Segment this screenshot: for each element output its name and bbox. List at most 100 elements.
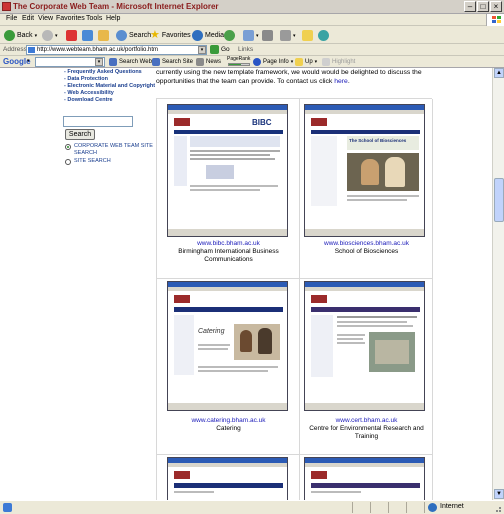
screenshot-biosciences[interactable]: The School of Biosciences xyxy=(304,104,425,237)
crest-icon xyxy=(174,118,190,126)
info-icon xyxy=(253,58,261,66)
sidebar-link-data-protection[interactable]: - Data Protection xyxy=(64,76,108,82)
window-title: The Corporate Web Team - Microsoft Inter… xyxy=(13,2,219,11)
screenshot-catering[interactable]: Catering xyxy=(167,281,288,411)
portfolio-card-catering: Catering www.catering.bham.ac.uk Caterin… xyxy=(157,279,300,455)
scroll-down-icon[interactable]: ▼ xyxy=(494,489,504,499)
messenger-button[interactable] xyxy=(318,29,329,42)
crest-icon xyxy=(311,295,327,303)
menu-view[interactable]: View xyxy=(38,15,53,22)
links-label[interactable]: Links xyxy=(238,46,253,53)
address-label: Address xyxy=(3,46,27,53)
back-button[interactable]: Back ▾ xyxy=(4,29,37,42)
vertical-scrollbar[interactable]: ▲ ▼ xyxy=(492,68,504,500)
card-title: School of Biosciences xyxy=(334,248,399,255)
address-input[interactable]: http://www.webteam.bham.ac.uk/portfolio.… xyxy=(26,45,207,55)
favorites-button[interactable]: ★ Favorites xyxy=(150,29,191,42)
radio-site-search[interactable] xyxy=(65,159,71,165)
print-button[interactable] xyxy=(262,29,273,42)
pagerank-bar-fill xyxy=(229,64,241,65)
menu-file[interactable]: File xyxy=(6,15,17,22)
address-dropdown-icon[interactable]: ▾ xyxy=(198,46,206,54)
menu-tools[interactable]: Tools xyxy=(86,15,102,22)
menu-bar: File Edit View Favorites Tools Help xyxy=(0,14,504,26)
google-toolbar: Google ▾ ▾ Search Web Search Site News P… xyxy=(0,56,504,68)
page-viewport: - Frequently Asked Questions - Data Prot… xyxy=(0,68,492,500)
page-info-button[interactable]: Page Info ▾ xyxy=(253,56,293,68)
mail-button[interactable]: ▾ xyxy=(243,29,259,42)
folder-button[interactable] xyxy=(302,29,313,42)
screenshot-bibc[interactable]: BIBC xyxy=(167,104,288,237)
refresh-button[interactable] xyxy=(82,29,93,42)
chevron-down-icon: ▾ xyxy=(293,32,296,39)
sidebar-link-download-centre[interactable]: - Download Centre xyxy=(64,97,113,103)
edit-icon xyxy=(280,30,291,41)
screenshot-cert[interactable] xyxy=(304,281,425,411)
search-submit-button[interactable]: Search xyxy=(65,129,95,140)
history-button[interactable] xyxy=(224,29,235,42)
print-icon xyxy=(262,30,273,41)
standard-toolbar: Back ▾ ▾ Search ★ Favorites Media ▾ ▾ xyxy=(0,27,504,44)
chevron-down-icon[interactable]: ▾ xyxy=(27,58,30,64)
news-button[interactable]: News xyxy=(196,56,221,68)
scroll-up-icon[interactable]: ▲ xyxy=(494,68,504,78)
search-icon xyxy=(116,30,127,41)
go-button[interactable]: Go xyxy=(210,45,230,54)
card-url-link[interactable]: www.catering.bham.ac.uk xyxy=(157,417,300,425)
search-web-icon xyxy=(109,58,117,66)
minimize-button[interactable]: – xyxy=(464,1,476,12)
crest-icon xyxy=(174,295,190,303)
back-arrow-icon xyxy=(4,30,15,41)
radio-corporate-label: CORPORATE WEB TEAM SITE SEARCH xyxy=(74,143,153,156)
scroll-thumb[interactable] xyxy=(494,178,504,222)
search-button[interactable]: Search xyxy=(116,29,151,42)
search-web-button[interactable]: Search Web xyxy=(109,56,152,68)
card-url-link[interactable]: www.cert.bham.ac.uk xyxy=(300,417,433,425)
edit-button[interactable]: ▾ xyxy=(280,29,296,42)
menu-help[interactable]: Help xyxy=(106,15,120,22)
security-zone-label: Internet xyxy=(440,503,464,510)
google-dropdown-icon[interactable]: ▾ xyxy=(95,58,103,66)
search-site-button[interactable]: Search Site xyxy=(152,56,193,68)
stop-icon xyxy=(66,30,77,41)
portfolio-card-partial-left xyxy=(157,455,300,500)
card-url-link[interactable]: www.bibc.bham.ac.uk xyxy=(157,240,300,248)
home-button[interactable] xyxy=(98,29,109,42)
sidebar-link-faq[interactable]: - Frequently Asked Questions xyxy=(64,69,142,75)
screenshot-partial-right[interactable] xyxy=(304,457,425,500)
card-title: Centre for Environmental Research and Tr… xyxy=(309,425,424,440)
contact-link[interactable]: here xyxy=(334,78,348,85)
highlight-button[interactable]: Highlight xyxy=(322,56,355,68)
portfolio-card-partial-right xyxy=(300,455,433,500)
site-search-input[interactable] xyxy=(63,116,133,127)
menu-favorites[interactable]: Favorites xyxy=(56,15,85,22)
radio-corporate-search[interactable] xyxy=(65,144,71,150)
up-folder-icon xyxy=(295,58,303,66)
media-button[interactable]: Media xyxy=(192,29,224,42)
close-button[interactable]: × xyxy=(490,1,502,12)
up-button[interactable]: Up ▾ xyxy=(295,56,317,68)
resize-grip-icon[interactable] xyxy=(494,505,502,513)
go-arrow-icon xyxy=(210,45,219,54)
screenshot-partial-left[interactable] xyxy=(167,457,288,500)
chevron-down-icon: ▾ xyxy=(55,32,58,39)
page-status-icon xyxy=(3,503,12,512)
refresh-icon xyxy=(82,30,93,41)
chevron-down-icon: ▾ xyxy=(314,59,318,65)
menu-edit[interactable]: Edit xyxy=(22,15,34,22)
sidebar-link-copyright[interactable]: - Electronic Material and Copyright xyxy=(64,83,155,89)
forward-button[interactable]: ▾ xyxy=(42,29,58,42)
card-title: Catering xyxy=(216,425,241,432)
home-icon xyxy=(98,30,109,41)
pagerank-meter[interactable]: PageRank xyxy=(227,56,251,67)
star-icon: ★ xyxy=(150,29,160,41)
news-icon xyxy=(196,58,204,66)
chevron-down-icon: ▾ xyxy=(290,59,294,65)
portfolio-card-biosciences: The School of Biosciences www.bioscience… xyxy=(300,99,433,279)
stop-button[interactable] xyxy=(66,29,77,42)
portfolio-card-bibc: BIBC www.bibc.bham.ac.uk Birmingham Inte… xyxy=(157,99,300,279)
portfolio-card-cert: www.cert.bham.ac.uk Centre for Environme… xyxy=(300,279,433,455)
card-url-link[interactable]: www.biosciences.bham.ac.uk xyxy=(300,240,433,248)
maximize-button[interactable]: □ xyxy=(477,1,489,12)
sidebar-link-accessibility[interactable]: - Web Accessibility xyxy=(64,90,114,96)
